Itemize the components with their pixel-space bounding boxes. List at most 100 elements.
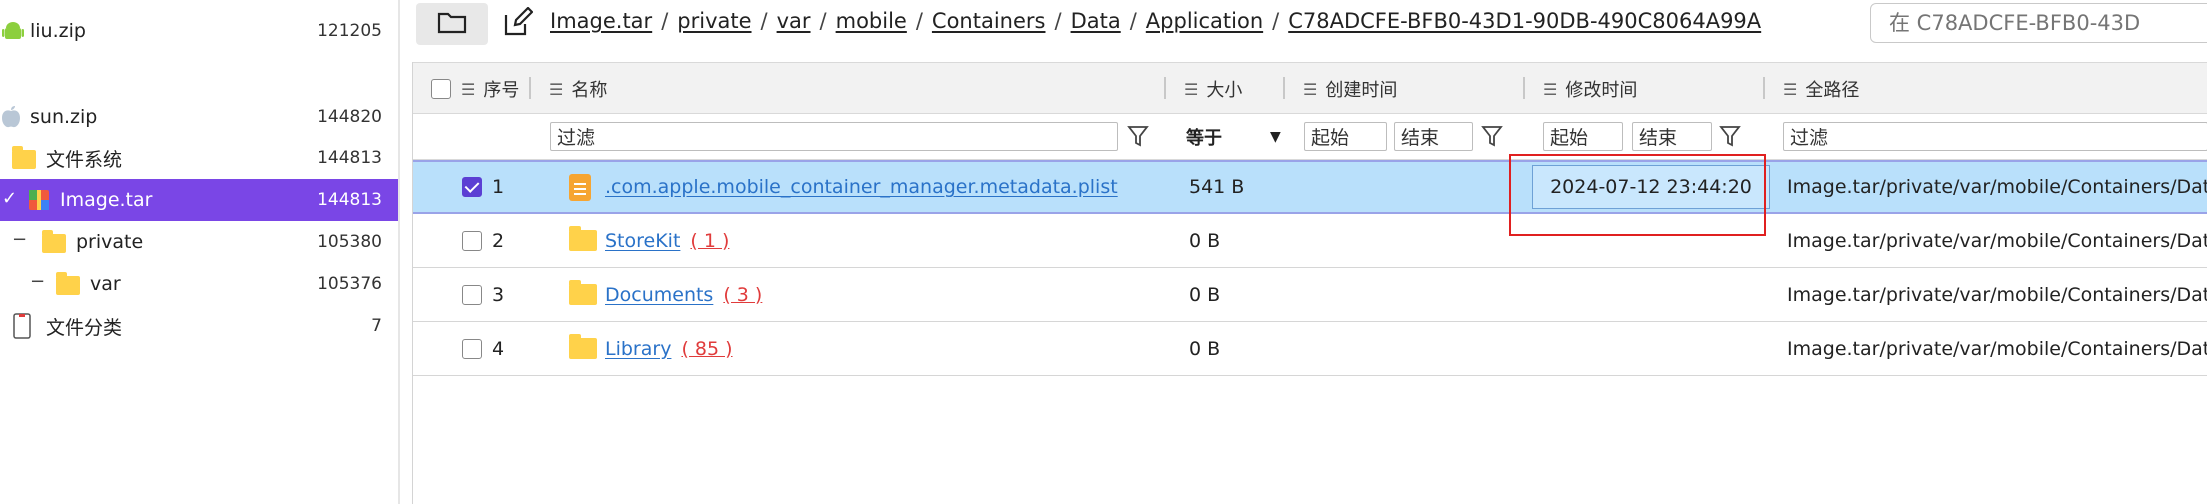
- tree-item-private[interactable]: − private 105380: [0, 221, 398, 263]
- filter-icon[interactable]: [1127, 124, 1149, 148]
- tree-item-count: 144820: [317, 107, 382, 127]
- created-start-input[interactable]: 起始: [1304, 122, 1387, 151]
- folder-icon: [569, 322, 597, 375]
- android-icon: [2, 20, 24, 47]
- column-resizer[interactable]: [1523, 77, 1525, 99]
- row-checkbox[interactable]: [462, 162, 482, 212]
- tree-item-label: sun.zip: [30, 106, 98, 128]
- row-checkbox[interactable]: [462, 214, 482, 267]
- row-name-link[interactable]: Library( 85 ): [605, 322, 733, 375]
- tree-item-file-system[interactable]: 文件系统 144813: [0, 137, 398, 179]
- breadcrumb-item[interactable]: var: [777, 9, 811, 33]
- column-menu-icon: ☰: [1184, 79, 1199, 99]
- row-name-link[interactable]: StoreKit( 1 ): [605, 214, 729, 267]
- search-input[interactable]: [1870, 3, 2207, 43]
- breadcrumb-separator: /: [915, 9, 923, 33]
- column-header-label: 创建时间: [1325, 80, 1398, 101]
- column-header-label: 序号: [483, 80, 520, 101]
- fullpath-filter-input[interactable]: 过滤: [1783, 122, 2207, 151]
- tree-item-var[interactable]: − var 105376: [0, 263, 398, 305]
- collapse-toggle-icon[interactable]: ✓: [2, 188, 17, 209]
- size-operator-select[interactable]: 等于 ▼: [1186, 124, 1281, 150]
- breadcrumb-item[interactable]: C78ADCFE-BFB0-43D1-90DB-490C8064A99A: [1288, 9, 1761, 33]
- row-size: 0 B: [1189, 283, 1221, 306]
- breadcrumb-item[interactable]: mobile: [836, 9, 907, 33]
- file-table: ☰ 序号 ☰ 名称 ☰ 大小 ☰ 创建时间 ☰ 修改时间 ☰ 全路径 过滤 等于…: [412, 62, 2207, 504]
- tree-item-count: 121205: [317, 21, 382, 41]
- column-header-size[interactable]: ☰ 大小: [1184, 63, 1242, 115]
- phone-icon: [13, 313, 31, 344]
- table-row[interactable]: 1 .com.apple.mobile_container_manager.me…: [413, 160, 2207, 214]
- tree-item-file-category[interactable]: 文件分类 7: [0, 305, 398, 347]
- column-header-created[interactable]: ☰ 创建时间: [1303, 63, 1397, 115]
- folder-icon: [569, 268, 597, 321]
- filter-icon[interactable]: [1481, 124, 1503, 148]
- breadcrumb-item[interactable]: Image.tar: [550, 9, 652, 33]
- column-header-label: 全路径: [1805, 80, 1860, 101]
- column-resizer[interactable]: [1164, 77, 1166, 99]
- table-header: ☰ 序号 ☰ 名称 ☰ 大小 ☰ 创建时间 ☰ 修改时间 ☰ 全路径: [413, 62, 2207, 114]
- column-header-name[interactable]: ☰ 名称: [549, 63, 607, 115]
- breadcrumb-item[interactable]: private: [677, 9, 751, 33]
- breadcrumb-item[interactable]: Application: [1146, 9, 1263, 33]
- row-modified-cell[interactable]: 2024-07-12 23:44:20: [1532, 165, 1770, 209]
- row-checkbox[interactable]: [462, 268, 482, 321]
- breadcrumb-separator: /: [1054, 9, 1062, 33]
- folder-outline-icon: [437, 10, 467, 38]
- row-fullpath: Image.tar/private/var/mobile/Containers/…: [1787, 283, 2207, 306]
- column-header-index[interactable]: ☰ 序号: [461, 63, 519, 115]
- tree-item-count: 144813: [317, 148, 382, 168]
- column-header-label: 修改时间: [1565, 80, 1638, 101]
- row-name-link[interactable]: .com.apple.mobile_container_manager.meta…: [605, 162, 1118, 212]
- size-operator-value: 等于: [1186, 128, 1222, 149]
- row-checkbox[interactable]: [462, 322, 482, 375]
- tree-item-liu-zip[interactable]: liu.zip 121205: [0, 10, 398, 52]
- breadcrumb-separator: /: [819, 9, 827, 33]
- tree-item-sun-zip[interactable]: sun.zip 144820: [0, 96, 398, 138]
- breadcrumb-separator: /: [1272, 9, 1280, 33]
- row-index: 4: [492, 337, 505, 360]
- row-name-link[interactable]: Documents( 3 ): [605, 268, 762, 321]
- filter-icon[interactable]: [1719, 124, 1741, 148]
- tree-item-count: 105376: [317, 274, 382, 294]
- collapse-toggle-icon[interactable]: −: [30, 271, 45, 292]
- modified-end-input[interactable]: 结束: [1632, 122, 1712, 151]
- column-header-fullpath[interactable]: ☰ 全路径: [1783, 63, 1859, 115]
- breadcrumb-item[interactable]: Data: [1071, 9, 1121, 33]
- breadcrumb-item[interactable]: Containers: [932, 9, 1046, 33]
- row-fullpath: Image.tar/private/var/mobile/Containers/…: [1787, 337, 2207, 360]
- column-resizer[interactable]: [529, 77, 531, 99]
- open-folder-button[interactable]: [416, 3, 488, 45]
- column-resizer[interactable]: [1763, 77, 1765, 99]
- column-header-label: 名称: [571, 80, 608, 101]
- table-row[interactable]: 2 StoreKit( 1 ) 0 B Image.tar/private/va…: [413, 214, 2207, 268]
- tree-item-label: var: [90, 273, 121, 295]
- column-resizer[interactable]: [1283, 77, 1285, 99]
- name-filter-input[interactable]: 过滤: [550, 122, 1118, 151]
- file-tree-panel: liu.zip 121205 sun.zip 144820 文件系统 14481…: [0, 0, 400, 504]
- column-menu-icon: ☰: [461, 79, 476, 99]
- folder-icon: [56, 272, 80, 295]
- created-end-input[interactable]: 结束: [1394, 122, 1473, 151]
- folder-icon: [569, 214, 597, 267]
- archive-icon: [28, 188, 50, 217]
- column-menu-icon: ☰: [1543, 79, 1558, 99]
- table-row[interactable]: 3 Documents( 3 ) 0 B Image.tar/private/v…: [413, 268, 2207, 322]
- table-row[interactable]: 4 Library( 85 ) 0 B Image.tar/private/va…: [413, 322, 2207, 376]
- modified-start-input[interactable]: 起始: [1543, 122, 1623, 151]
- column-menu-icon: ☰: [1783, 79, 1798, 99]
- dropdown-arrow-icon: ▼: [1270, 129, 1281, 145]
- tree-item-label: 文件分类: [46, 316, 123, 339]
- edit-icon: [503, 6, 534, 41]
- collapse-toggle-icon[interactable]: −: [12, 229, 27, 250]
- row-size: 0 B: [1189, 229, 1221, 252]
- column-header-modified[interactable]: ☰ 修改时间: [1543, 63, 1637, 115]
- select-all-checkbox[interactable]: [431, 63, 451, 115]
- column-menu-icon: ☰: [1303, 79, 1318, 99]
- breadcrumb-separator: /: [1129, 9, 1137, 33]
- row-size: 0 B: [1189, 337, 1221, 360]
- tree-item-image-tar[interactable]: ✓ Image.tar 144813: [0, 179, 398, 221]
- edit-path-button[interactable]: [498, 6, 538, 42]
- row-fullpath: Image.tar/private/var/mobile/Containers/…: [1787, 229, 2207, 252]
- path-bar: Image.tar / private / var / mobile / Con…: [402, 0, 2207, 60]
